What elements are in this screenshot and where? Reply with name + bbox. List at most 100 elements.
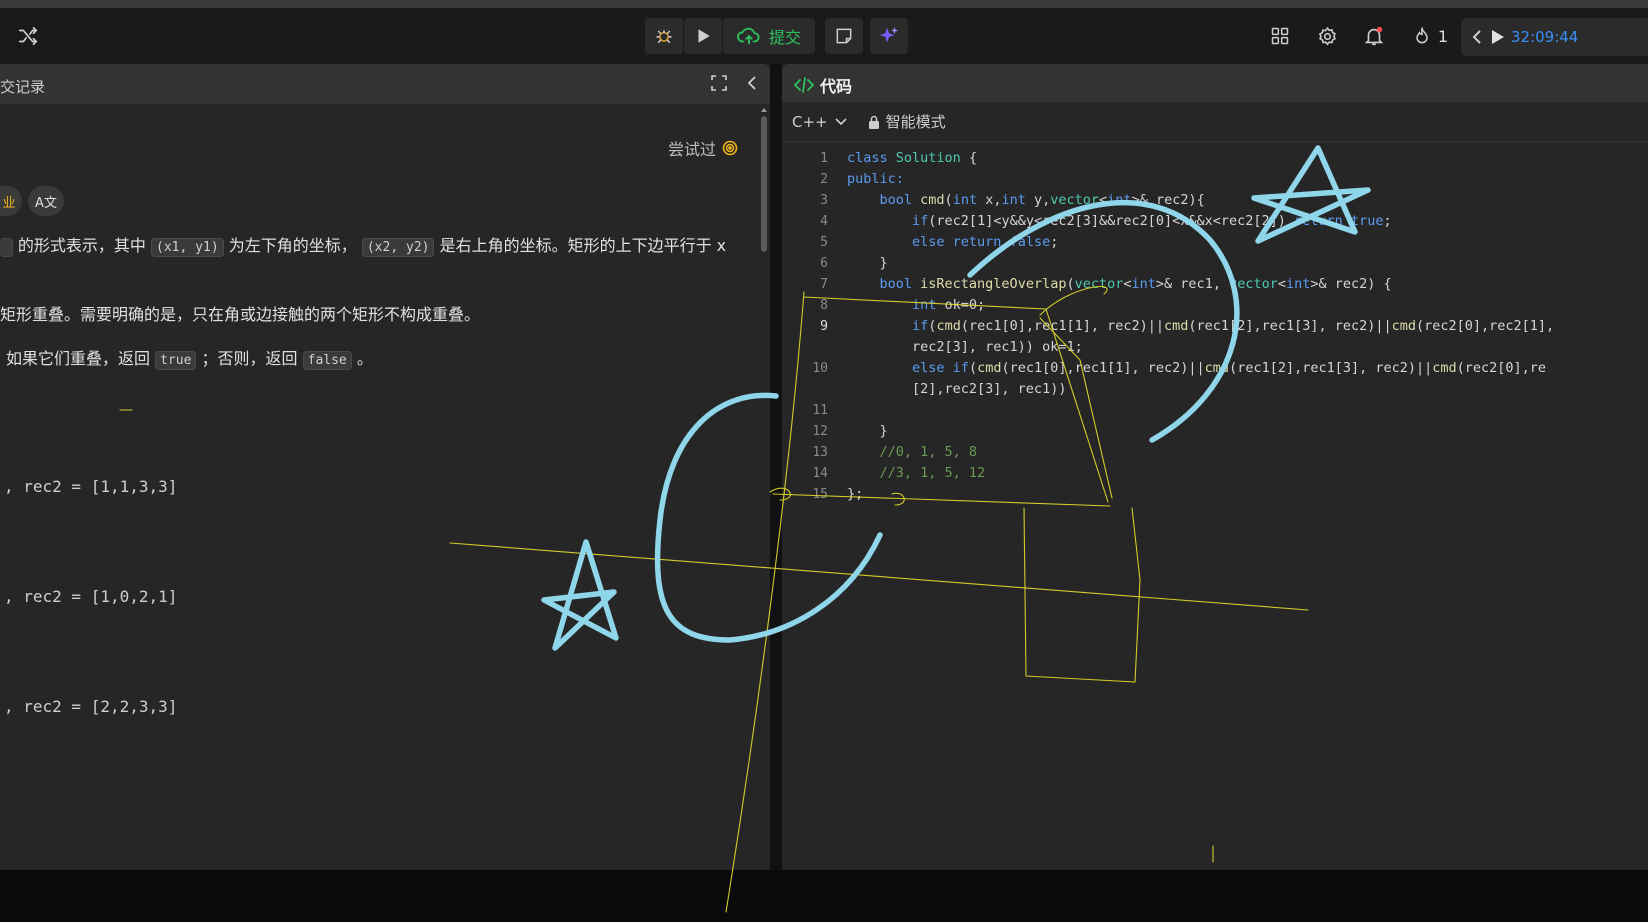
- code-line[interactable]: bool cmd(int x,int y,vector<int>& rec2){: [847, 190, 1554, 211]
- code-line[interactable]: }: [847, 253, 1554, 274]
- line-number: 1: [820, 151, 828, 166]
- code-token: (rec1[0],rec1[1], rec2)||: [960, 318, 1165, 334]
- code-token: <: [1099, 192, 1108, 208]
- code-line[interactable]: };: [847, 484, 1554, 505]
- code-token: //0, 1, 5, 8: [879, 444, 978, 460]
- code-line[interactable]: if(rec2[1]<y&&y<rec2[3]&&rec2[0]<x&&x<re…: [847, 211, 1554, 232]
- shuffle-button[interactable]: [10, 18, 46, 54]
- ai-assist-button[interactable]: [870, 18, 908, 54]
- code-token: class: [847, 150, 896, 166]
- description-line-2: 矩形重叠。需要明确的是，只在角或边接触的两个矩形不构成重叠。: [0, 305, 481, 324]
- code-line[interactable]: [2],rec2[3], rec1)): [847, 379, 1554, 400]
- run-icon: [698, 29, 710, 43]
- collapse-panel-icon[interactable]: [745, 74, 759, 92]
- attempted-label: 尝试过: [668, 140, 717, 159]
- code-chip-edge: [0, 238, 13, 257]
- code-token: y,: [1033, 192, 1051, 208]
- code-line[interactable]: else if(cmd(rec1[0],rec1[1], rec2)||cmd(…: [847, 358, 1554, 379]
- code-token: if: [912, 213, 929, 229]
- code-token: >& rec1,: [1155, 276, 1230, 292]
- line-number: 12: [812, 424, 828, 439]
- code-token: {: [960, 150, 978, 166]
- cloud-upload-icon: [737, 27, 760, 45]
- desc-text: 如果它们重叠，返回: [6, 349, 151, 368]
- code-token: rec2[3], rec1)) ok=1;: [847, 339, 1083, 355]
- code-chip: (x1, y1): [151, 238, 224, 257]
- code-line[interactable]: public:: [847, 169, 1554, 190]
- code-token: (rec1[0],rec1[1], rec2)||: [1001, 360, 1205, 376]
- smart-mode-label[interactable]: 智能模式: [886, 111, 946, 132]
- attempted-status: 尝试过: [668, 136, 738, 160]
- example-2-input: , rec2 = [1,0,2,1]: [4, 587, 178, 606]
- language-select[interactable]: C++: [792, 113, 828, 131]
- note-button[interactable]: [825, 18, 863, 54]
- bell-icon: [1364, 26, 1384, 46]
- code-token: Solution: [895, 150, 961, 166]
- code-line[interactable]: else return false;: [847, 232, 1554, 253]
- code-token: (rec2[0],re: [1456, 360, 1547, 376]
- code-line[interactable]: bool isRectangleOverlap(vector<int>& rec…: [847, 274, 1554, 295]
- timer[interactable]: 32:09:44: [1461, 18, 1648, 56]
- left-panel-header: 交记录: [0, 64, 770, 104]
- layout-button[interactable]: [1262, 18, 1298, 54]
- company-tag-chip[interactable]: 业: [0, 186, 22, 216]
- lock-icon: [868, 115, 879, 129]
- code-token: };: [847, 486, 864, 502]
- settings-button[interactable]: [1309, 18, 1345, 54]
- code-token: (: [968, 360, 978, 376]
- streak-counter[interactable]: 1: [1405, 18, 1455, 54]
- tab-submissions[interactable]: 交记录: [0, 76, 45, 97]
- translate-icon: A文: [35, 195, 57, 211]
- chevron-down-icon[interactable]: [834, 117, 848, 127]
- code-token: bool: [879, 276, 921, 292]
- tab-code[interactable]: 代码: [794, 73, 852, 97]
- run-button[interactable]: [684, 18, 722, 54]
- line-number: 8: [820, 298, 828, 313]
- code-line[interactable]: //3, 1, 5, 12: [847, 463, 1554, 484]
- line-number: [782, 337, 828, 358]
- code-line[interactable]: rec2[3], rec1)) ok=1;: [847, 337, 1554, 358]
- scrollbar[interactable]: [760, 106, 768, 306]
- code-token: else if: [912, 360, 969, 376]
- code-line[interactable]: }: [847, 421, 1554, 442]
- code-line[interactable]: int ok=0;: [847, 295, 1554, 316]
- code-line[interactable]: //0, 1, 5, 8: [847, 442, 1554, 463]
- chevron-left-icon[interactable]: [1471, 29, 1483, 45]
- code-token: vector: [1050, 192, 1100, 208]
- layout-icon: [1271, 27, 1289, 45]
- line-number: 10: [812, 361, 828, 376]
- code-token: public:: [847, 171, 904, 187]
- panel-splitter[interactable]: [770, 64, 782, 870]
- scroll-thumb[interactable]: [761, 116, 767, 252]
- code-token: cmd: [1164, 318, 1189, 334]
- code-editor[interactable]: class Solution { public: bool cmd(int x,i…: [847, 148, 1554, 505]
- code-line[interactable]: [847, 400, 1554, 421]
- timer-value: 32:09:44: [1511, 28, 1579, 46]
- debug-button[interactable]: [645, 18, 683, 54]
- code-token: <: [1277, 276, 1286, 292]
- code-token: (: [944, 192, 953, 208]
- code-line[interactable]: if(cmd(rec1[0],rec1[1], rec2)||cmd(rec1[…: [847, 316, 1554, 337]
- tab-code-label: 代码: [820, 77, 853, 96]
- line-number: 9: [820, 319, 828, 334]
- line-number: 4: [820, 214, 828, 229]
- submit-button[interactable]: 提交: [723, 18, 815, 54]
- play-icon[interactable]: [1489, 28, 1505, 46]
- problem-panel: 交记录 尝试过 业 A文 的形式表示，其中 (x1, y1) 为左下角的坐标， …: [0, 64, 770, 870]
- scroll-up-icon[interactable]: [760, 106, 768, 114]
- notification-button[interactable]: [1356, 18, 1392, 54]
- line-number: 13: [812, 445, 828, 460]
- desc-text: 为左下角的坐标，: [228, 236, 357, 255]
- code-token: //3, 1, 5, 12: [879, 465, 986, 481]
- code-token: int: [912, 297, 945, 313]
- description-line-3: 如果它们重叠，返回 true ；否则，返回 false 。: [6, 345, 373, 370]
- code-token: cmd: [1432, 360, 1457, 376]
- maximize-icon[interactable]: [710, 74, 728, 92]
- translate-button[interactable]: A文: [28, 186, 64, 216]
- code-token: vector: [1074, 276, 1124, 292]
- code-line[interactable]: class Solution {: [847, 148, 1554, 169]
- sparkle-icon: [879, 26, 899, 43]
